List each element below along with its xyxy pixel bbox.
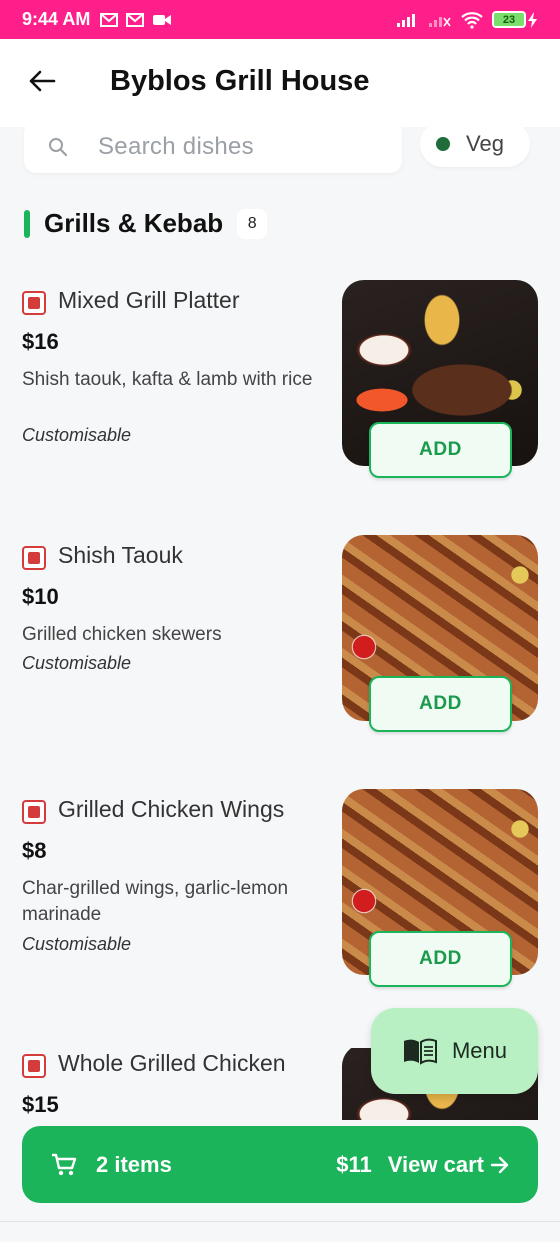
view-cart-label: View cart <box>387 1151 484 1177</box>
customisable-tag: Customisable <box>22 653 132 673</box>
dish-description: Shish taouk, kafta & lamb with rice <box>22 369 313 390</box>
gmail-icon <box>126 12 145 27</box>
nonveg-icon <box>22 1054 46 1078</box>
section-count-badge: 8 <box>237 208 268 239</box>
cart-icon <box>52 1153 77 1175</box>
dish-name: Grilled Chicken Wings <box>58 796 285 822</box>
dish-item[interactable]: Grilled Chicken Wings $8 Char-grilled wi… <box>0 789 560 1034</box>
view-cart-bar[interactable]: 2 items $11 View cart <box>22 1126 538 1203</box>
veg-dot-icon <box>436 137 450 151</box>
dish-name: Shish Taouk <box>58 542 183 568</box>
menu-book-icon <box>403 1038 437 1065</box>
menu-button[interactable]: Menu <box>371 1008 538 1094</box>
gmail-icon <box>100 12 119 27</box>
signal-icon <box>397 13 415 27</box>
dish-name: Whole Grilled Chicken <box>58 1050 286 1076</box>
add-button[interactable]: ADD <box>369 676 512 732</box>
cart-total: $11 <box>336 1151 372 1177</box>
signal-weak-icon <box>429 16 451 27</box>
battery-icon: 23 <box>492 11 538 28</box>
customisable-tag: Customisable <box>22 934 132 954</box>
status-time: 9:44 AM <box>22 9 91 29</box>
battery-level: 23 <box>492 11 526 28</box>
section-title: Grills & Kebab <box>44 208 224 238</box>
dish-item[interactable]: Mixed Grill Platter $16 Shish taouk, kaf… <box>0 280 560 525</box>
nonveg-icon <box>22 546 46 570</box>
customisable-tag: Customisable <box>22 425 132 445</box>
section-header: Grills & Kebab 8 <box>24 208 268 239</box>
cart-item-count: 2 items <box>96 1151 172 1177</box>
dish-name: Mixed Grill Platter <box>58 287 240 313</box>
nonveg-icon <box>22 800 46 824</box>
arrow-left-icon <box>29 70 56 92</box>
wifi-icon <box>461 11 483 29</box>
bottom-divider <box>0 1221 560 1222</box>
dish-description: Grilled chicken skewers <box>22 624 222 645</box>
arrow-right-icon <box>490 1156 509 1173</box>
dish-price: $15 <box>22 1092 59 1117</box>
charging-icon <box>528 11 537 28</box>
nonveg-icon <box>22 291 46 315</box>
search-row: Search dishes Veg <box>0 121 560 187</box>
dish-price: $8 <box>22 838 47 863</box>
search-icon <box>49 138 68 157</box>
status-system-icons: 23 <box>396 11 538 29</box>
add-button[interactable]: ADD <box>369 931 512 987</box>
menu-label: Menu <box>451 1038 508 1063</box>
app-header: Byblos Grill House <box>0 39 560 127</box>
dish-price: $10 <box>22 584 59 609</box>
dish-item[interactable]: Shish Taouk $10 Grilled chicken skewers … <box>0 535 560 780</box>
view-cart-link[interactable]: View cart <box>388 1152 510 1178</box>
search-input[interactable]: Search dishes <box>24 121 402 173</box>
dish-price: $16 <box>22 329 59 354</box>
veg-filter-toggle[interactable]: Veg <box>420 121 530 167</box>
dish-description: Char-grilled wings, garlic-lemon marinad… <box>22 878 289 925</box>
video-camera-icon <box>153 14 172 25</box>
search-placeholder: Search dishes <box>98 133 254 160</box>
add-button[interactable]: ADD <box>369 422 512 478</box>
status-bar: 9:44 AM 23 <box>0 0 560 39</box>
section-accent-bar <box>24 209 30 238</box>
status-notification-icons <box>100 12 172 27</box>
veg-label: Veg <box>466 131 504 156</box>
back-button[interactable] <box>22 61 62 101</box>
page-title: Byblos Grill House <box>110 65 370 97</box>
